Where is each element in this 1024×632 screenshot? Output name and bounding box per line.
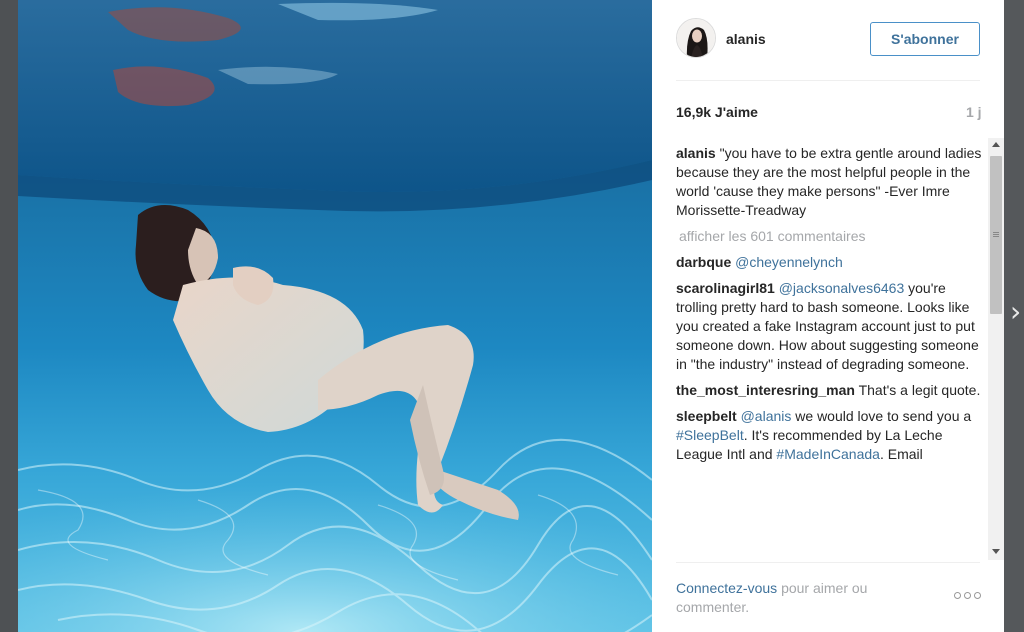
underwater-photo-illustration (18, 0, 652, 632)
post-photo (18, 0, 652, 632)
backdrop-left-edge (0, 0, 18, 632)
grip-icon (993, 232, 999, 233)
comment-text: . Email (879, 446, 923, 462)
likes-count[interactable]: 16,9k J'aime (676, 104, 758, 120)
post-header: alanis S'abonner (652, 0, 1004, 80)
comment-text: we would love to send you a (795, 408, 972, 424)
post-time[interactable]: 1 j (966, 104, 982, 120)
comment-username[interactable]: sleepbelt (676, 408, 737, 424)
avatar[interactable] (676, 18, 716, 58)
dot (974, 592, 981, 599)
comments-list: alanis "you have to be extra gentle arou… (676, 144, 986, 560)
follow-button[interactable]: S'abonner (870, 22, 980, 56)
comment-username[interactable]: scarolinagirl81 (676, 280, 775, 296)
login-prompt: Connectez-vous pour aimer ou commenter. (676, 579, 926, 617)
comment-username[interactable]: darbque (676, 254, 731, 270)
comment-mention[interactable]: @cheyennelynch (735, 254, 843, 270)
dot (954, 592, 961, 599)
comment-hashtag[interactable]: #MadeInCanada (776, 446, 880, 462)
comment-username[interactable]: the_most_interesring_man (676, 382, 855, 398)
post-side-panel: alanis S'abonner 16,9k J'aime 1 j alanis… (652, 0, 1004, 632)
list-item: the_most_interesring_man That's a legit … (676, 381, 986, 400)
comments-scrollbar[interactable] (988, 138, 1004, 560)
login-link[interactable]: Connectez-vous (676, 580, 777, 596)
caption-username[interactable]: alanis (676, 145, 716, 161)
scrollbar-thumb[interactable] (990, 156, 1002, 314)
comment-text: That's a legit quote. (858, 382, 981, 398)
view-all-comments-link[interactable]: afficher les 601 commentaires (679, 227, 986, 246)
post-username[interactable]: alanis (726, 31, 766, 47)
comment-mention[interactable]: @alanis (741, 408, 792, 424)
footer-divider (676, 562, 980, 563)
comment-mention[interactable]: @jacksonalves6463 (779, 280, 905, 296)
ellipsis-icon[interactable] (954, 592, 982, 602)
avatar-image (677, 19, 715, 57)
arrow-down-icon[interactable] (992, 549, 1000, 554)
caption-text: "you have to be extra gentle around ladi… (676, 145, 982, 218)
comment-hashtag[interactable]: #SleepBelt (676, 427, 744, 443)
caption: alanis "you have to be extra gentle arou… (676, 144, 986, 220)
list-item: darbque @cheyennelynch (676, 253, 986, 272)
dot (964, 592, 971, 599)
chevron-right-icon[interactable]: › (1010, 298, 1021, 326)
header-divider (676, 80, 980, 81)
list-item: sleepbelt @alanis we would love to send … (676, 407, 986, 464)
arrow-up-icon[interactable] (992, 142, 1000, 147)
list-item: scarolinagirl81 @jacksonalves6463 you're… (676, 279, 986, 374)
